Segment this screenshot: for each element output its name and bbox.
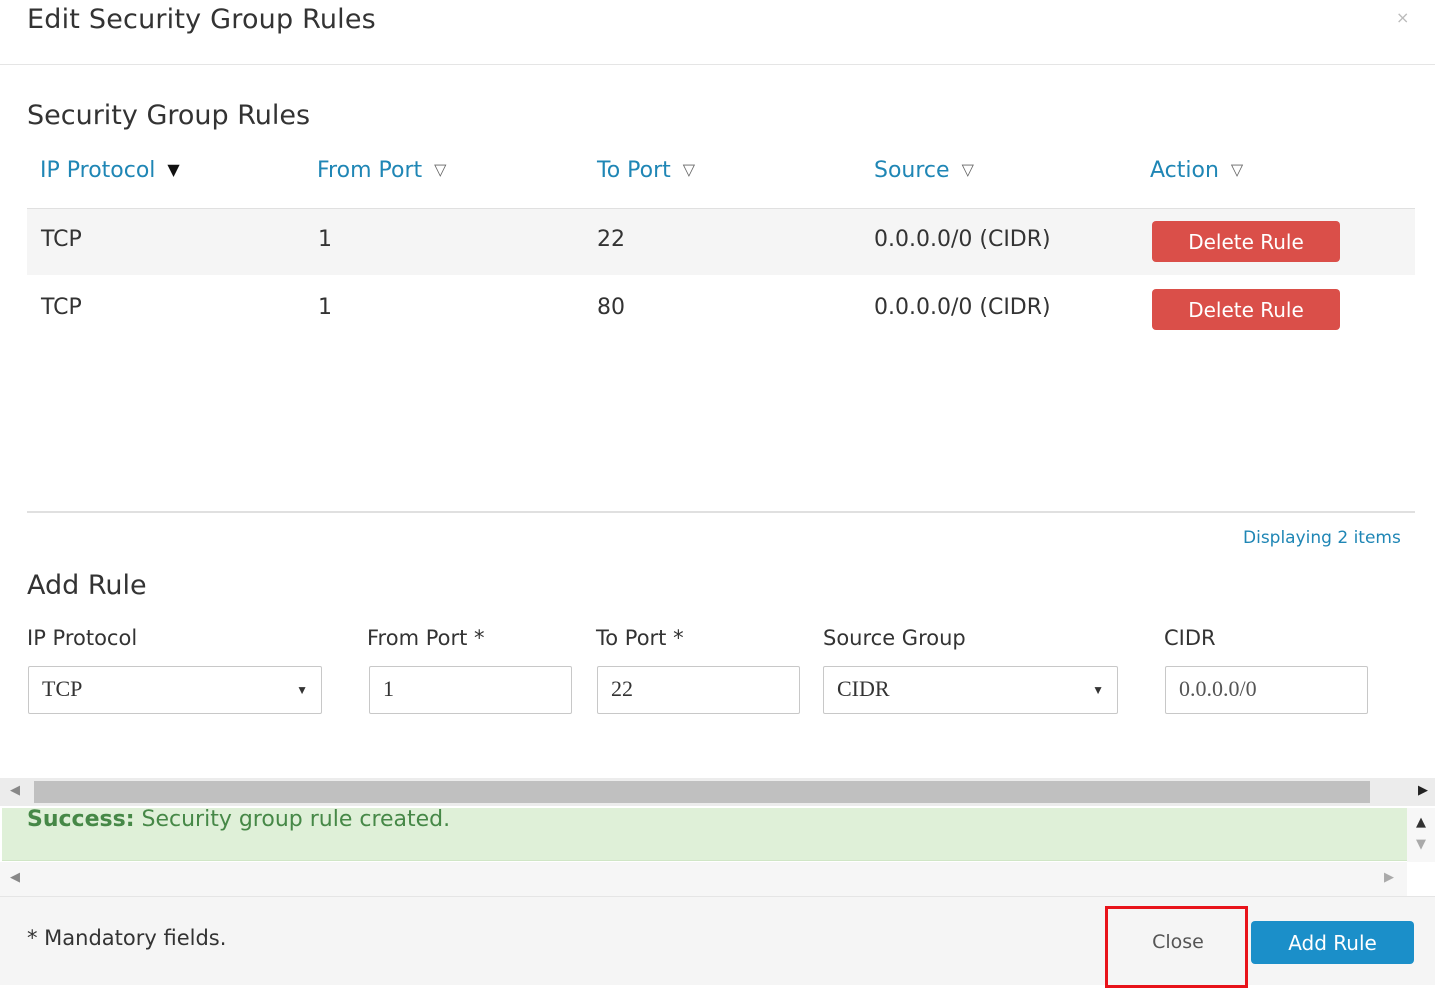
table-row: TCP 1 22 0.0.0.0/0 (CIDR) Delete Rule <box>27 209 1415 275</box>
column-header-label: Action <box>1150 158 1219 183</box>
mandatory-note: * Mandatory fields. <box>27 926 227 950</box>
caret-down-icon: ▼ <box>1092 683 1104 697</box>
from-port-field[interactable] <box>383 667 571 711</box>
cidr-label: CIDR <box>1164 626 1216 650</box>
cell-from-port: 1 <box>318 227 332 252</box>
sort-icon: ▽ <box>434 160 447 179</box>
section-title-rules: Security Group Rules <box>27 100 311 131</box>
triangle-up-icon[interactable]: ▲ <box>1416 815 1426 830</box>
modal-title: Edit Security Group Rules <box>27 4 376 35</box>
close-button[interactable]: Close <box>1118 920 1238 964</box>
column-header-ip-protocol[interactable]: IP Protocol ▼ <box>40 158 180 183</box>
triangle-right-icon[interactable]: ▶ <box>1384 870 1394 885</box>
section-title-add-rule: Add Rule <box>27 570 147 601</box>
cell-source: 0.0.0.0/0 (CIDR) <box>874 295 1051 320</box>
column-header-to-port[interactable]: To Port ▽ <box>597 158 695 183</box>
delete-rule-button[interactable]: Delete Rule <box>1152 221 1340 262</box>
sort-desc-icon: ▼ <box>167 160 180 179</box>
alert-message: Security group rule created. <box>141 807 451 832</box>
triangle-down-icon[interactable]: ▼ <box>1416 837 1426 852</box>
triangle-right-icon[interactable]: ▶ <box>1418 783 1428 798</box>
cell-to-port: 80 <box>597 295 625 320</box>
close-icon[interactable]: × <box>1396 8 1409 27</box>
ip-protocol-select[interactable]: TCP ▼ <box>28 666 322 714</box>
caret-down-icon: ▼ <box>296 683 308 697</box>
source-group-label: Source Group <box>823 626 966 650</box>
cell-from-port: 1 <box>318 295 332 320</box>
triangle-left-icon[interactable]: ◀ <box>10 870 20 885</box>
alert-strong: Success: <box>27 807 135 832</box>
from-port-label: From Port * <box>367 626 485 650</box>
horizontal-scrollbar-thumb[interactable] <box>34 781 1370 803</box>
cell-protocol: TCP <box>41 227 82 252</box>
success-alert-text: Success: Security group rule created. <box>27 807 450 832</box>
column-header-label: From Port <box>317 158 423 183</box>
item-count: Displaying 2 items <box>1243 528 1401 548</box>
column-header-from-port[interactable]: From Port ▽ <box>317 158 446 183</box>
source-group-value: CIDR <box>837 676 890 701</box>
ip-protocol-value: TCP <box>42 676 83 701</box>
source-group-select[interactable]: CIDR ▼ <box>823 666 1118 714</box>
column-header-source[interactable]: Source ▽ <box>874 158 974 183</box>
column-header-action[interactable]: Action ▽ <box>1150 158 1243 183</box>
cell-source: 0.0.0.0/0 (CIDR) <box>874 227 1051 252</box>
column-header-label: Source <box>874 158 950 183</box>
table-footer-divider <box>27 511 1415 513</box>
to-port-input[interactable] <box>597 666 800 714</box>
to-port-label: To Port * <box>596 626 684 650</box>
cidr-field[interactable] <box>1179 667 1367 711</box>
sort-icon: ▽ <box>1230 160 1244 179</box>
delete-rule-button[interactable]: Delete Rule <box>1152 289 1340 330</box>
sort-icon: ▽ <box>961 160 974 179</box>
header-divider <box>0 64 1435 65</box>
triangle-left-icon[interactable]: ◀ <box>10 783 20 798</box>
column-header-label: To Port <box>597 158 671 183</box>
sort-icon: ▽ <box>682 160 696 179</box>
ip-protocol-label: IP Protocol <box>27 626 138 650</box>
cell-protocol: TCP <box>41 295 82 320</box>
add-rule-button[interactable]: Add Rule <box>1251 921 1414 964</box>
horizontal-scrollbar-secondary[interactable] <box>0 862 1407 896</box>
cidr-input[interactable] <box>1165 666 1368 714</box>
to-port-field[interactable] <box>611 667 799 711</box>
column-header-label: IP Protocol <box>40 158 156 183</box>
from-port-input[interactable] <box>369 666 572 714</box>
table-row: TCP 1 80 0.0.0.0/0 (CIDR) Delete Rule <box>27 277 1415 343</box>
cell-to-port: 22 <box>597 227 625 252</box>
